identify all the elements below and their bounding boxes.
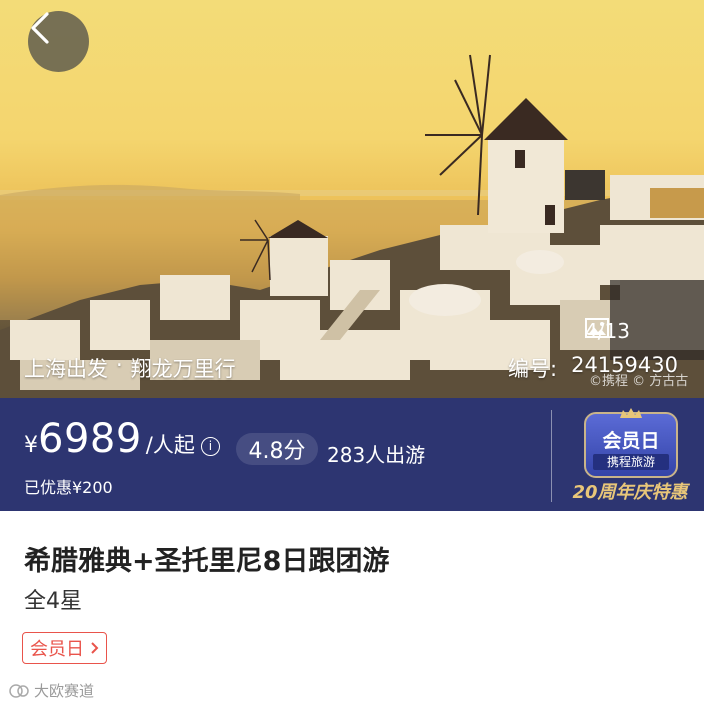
product-number-label: 编号:: [508, 357, 558, 381]
info-icon[interactable]: i: [200, 436, 220, 456]
watermark: 大欧赛道: [8, 680, 94, 701]
chevron-right-icon: [91, 642, 99, 654]
divider: [551, 410, 552, 502]
promo-subtitle: 携程旅游: [593, 454, 669, 470]
traveller-count[interactable]: 283人出游: [327, 439, 425, 468]
promo-title: 会员日: [602, 430, 660, 452]
price-row: ¥ 6989 /人起 i: [24, 416, 220, 462]
rating-score[interactable]: 4.8分: [236, 433, 318, 465]
separator-dot: ·: [116, 353, 123, 377]
price-amount: 6989: [38, 416, 142, 462]
crown-icon: [620, 408, 642, 418]
departure-city: 上海出发: [24, 357, 108, 381]
discount-text: 已优惠¥200: [24, 478, 113, 497]
member-day-tag[interactable]: 会员日: [22, 632, 107, 664]
product-title: 希腊雅典+圣托里尼8日跟团游: [24, 546, 390, 577]
gallery-icon: [585, 318, 609, 338]
member-day-tag-label: 会员日: [30, 639, 84, 660]
hero-photo[interactable]: 4/13 上海出发 · 翔龙万里行 编号: 24159430 ©携程 © 方古古: [0, 0, 704, 398]
price-unit: /人起: [145, 433, 195, 457]
photo-counter[interactable]: 4/13: [585, 318, 630, 344]
photo-credit: ©携程 © 方古古: [589, 374, 689, 389]
hotel-level: 全4星: [24, 589, 82, 614]
watermark-text: 大欧赛道: [34, 682, 95, 700]
price-bar: ¥ 6989 /人起 i 4.8分 283人出游 已优惠¥200 会员日 携程旅…: [0, 398, 704, 511]
currency-symbol: ¥: [24, 433, 38, 458]
chevron-left-icon: [31, 12, 49, 44]
departure-info: 上海出发 · 翔龙万里行: [24, 353, 236, 383]
back-button[interactable]: [28, 11, 89, 72]
anniversary-text: 20周年庆特惠: [572, 482, 688, 503]
member-day-promo[interactable]: 会员日 携程旅游 20周年庆特惠: [562, 406, 698, 506]
agency-name: 翔龙万里行: [130, 357, 236, 381]
member-day-badge: 会员日 携程旅游: [584, 408, 678, 478]
watermark-logo-icon: [9, 683, 29, 698]
